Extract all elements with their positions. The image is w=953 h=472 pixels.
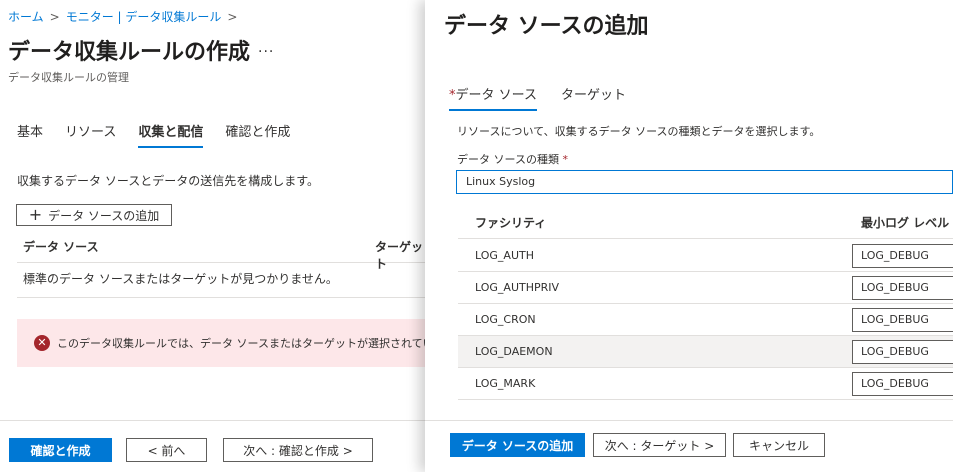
column-header-min-log-level: 最小ログ レベル (861, 216, 950, 230)
more-options-button[interactable]: ... (258, 40, 274, 56)
footer-divider (0, 420, 425, 421)
tab-data-source[interactable]: *データ ソース (449, 84, 537, 111)
next-target-button[interactable]: 次へ : ターゲット > (593, 433, 726, 457)
add-data-source-label: データ ソースの追加 (48, 208, 160, 223)
facility-name: LOG_CRON (475, 313, 536, 326)
data-source-type-label: データ ソースの種類 * (457, 151, 568, 167)
log-level-dropdown[interactable]: LOG_DEBUG (852, 340, 953, 364)
facility-name: LOG_AUTHPRIV (475, 281, 560, 294)
table-row: LOG_CRON LOG_DEBUG (458, 304, 953, 336)
tab-resources[interactable]: リソース (65, 121, 116, 148)
table-row: LOG_DAEMON LOG_DEBUG (458, 336, 953, 368)
log-level-dropdown[interactable]: LOG_DEBUG (852, 372, 953, 396)
data-source-type-label-text: データ ソースの種類 (457, 153, 559, 166)
breadcrumb: ホーム > モニター | データ収集ルール > (8, 8, 243, 25)
log-level-dropdown[interactable]: LOG_DEBUG (852, 308, 953, 332)
error-text: このデータ収集ルールでは、データ ソースまたはターゲットが選択されていません。 (57, 337, 478, 350)
wizard-tabs: 基本 リソース 収集と配信 確認と作成 (17, 121, 290, 148)
panel-description: リソースについて、収集するデータ ソースの種類とデータを選択します。 (457, 125, 821, 138)
data-source-type-dropdown[interactable]: Linux Syslog (456, 170, 953, 194)
error-icon: ✕ (34, 335, 50, 351)
error-message-bar: ✕ このデータ収集ルールでは、データ ソースまたはターゲットが選択されていません… (17, 319, 477, 367)
facility-name: LOG_DAEMON (475, 345, 553, 358)
column-header-facility: ファシリティ (475, 216, 547, 230)
column-header-data-source: データ ソース (23, 240, 99, 254)
tab-target[interactable]: ターゲット (561, 84, 626, 111)
grid-header: データ ソース ターゲット (17, 232, 425, 271)
grid-empty-row: 標準のデータ ソースまたはターゲットが見つかりません。 (17, 263, 425, 298)
previous-button[interactable]: < 前へ (126, 438, 207, 462)
add-data-source-button[interactable]: + データ ソースの追加 (16, 204, 172, 226)
collect-description: 収集するデータ ソースとデータの送信先を構成します。 (17, 174, 320, 188)
breadcrumb-parent-link[interactable]: モニター | データ収集ルール (66, 10, 222, 24)
breadcrumb-separator: > (227, 10, 238, 24)
panel-footer-divider (425, 420, 953, 421)
log-level-dropdown[interactable]: LOG_DEBUG (852, 276, 953, 300)
table-row: LOG_AUTH LOG_DEBUG (458, 240, 953, 272)
plus-icon: + (28, 205, 43, 224)
cancel-button[interactable]: キャンセル (733, 433, 825, 457)
table-row: LOG_MARK LOG_DEBUG (458, 368, 953, 400)
page-subtitle: データ収集ルールの管理 (8, 71, 129, 84)
facility-name: LOG_MARK (475, 377, 536, 390)
add-data-source-panel: データ ソースの追加 *データ ソース ターゲット リソースについて、収集するデ… (425, 0, 953, 472)
facility-name: LOG_AUTH (475, 249, 534, 262)
tab-basics[interactable]: 基本 (17, 121, 43, 148)
panel-title: データ ソースの追加 (444, 14, 649, 39)
table-row: LOG_AUTHPRIV LOG_DEBUG (458, 272, 953, 304)
review-create-button[interactable]: 確認と作成 (9, 438, 112, 462)
tab-collect-and-deliver[interactable]: 収集と配信 (138, 121, 204, 148)
facility-table-header: ファシリティ 最小ログ レベル (458, 205, 953, 239)
required-marker: * (562, 153, 568, 166)
log-level-dropdown[interactable]: LOG_DEBUG (852, 244, 953, 268)
tab-review-create[interactable]: 確認と作成 (225, 121, 290, 148)
facility-table-body: LOG_AUTH LOG_DEBUG LOG_AUTHPRIV LOG_DEBU… (458, 240, 953, 405)
add-data-source-submit-button[interactable]: データ ソースの追加 (450, 433, 585, 457)
tab-data-source-label: データ ソース (455, 88, 537, 103)
panel-tabs: *データ ソース ターゲット (449, 84, 626, 111)
page-title: データ収集ルールの作成 (8, 40, 251, 65)
breadcrumb-home-link[interactable]: ホーム (8, 10, 44, 24)
breadcrumb-separator: > (49, 10, 60, 24)
next-review-create-button[interactable]: 次へ : 確認と作成 > (223, 438, 373, 462)
empty-message: 標準のデータ ソースまたはターゲットが見つかりません。 (23, 272, 338, 286)
